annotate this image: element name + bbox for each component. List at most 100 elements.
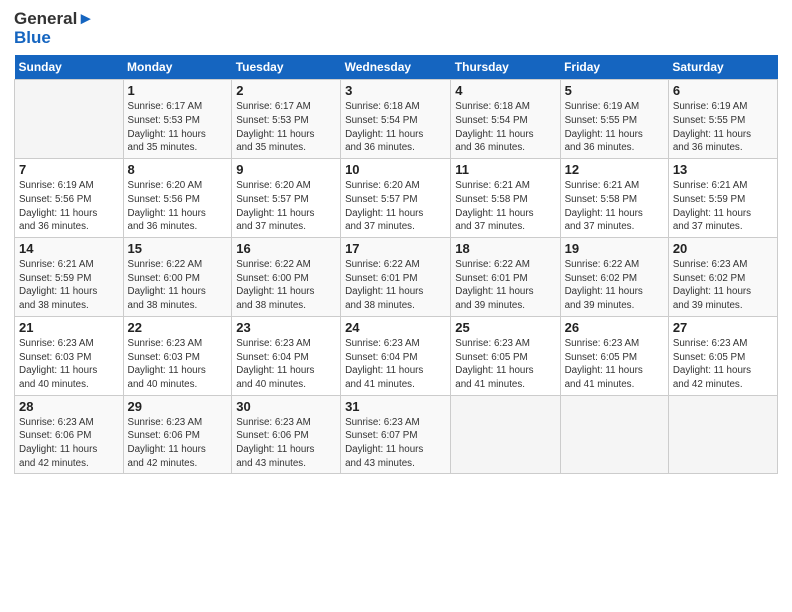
day-info: Sunrise: 6:23 AM Sunset: 6:03 PM Dayligh… (19, 337, 119, 392)
calendar-cell: 13 Sunrise: 6:21 AM Sunset: 5:59 PM Dayli… (668, 159, 777, 238)
day-number: 24 (345, 320, 446, 335)
day-number: 23 (236, 320, 336, 335)
day-number: 16 (236, 241, 336, 256)
day-number: 30 (236, 399, 336, 414)
calendar-cell: 23 Sunrise: 6:23 AM Sunset: 6:04 PM Dayli… (232, 316, 341, 395)
calendar-cell: 12 Sunrise: 6:21 AM Sunset: 5:58 PM Dayli… (560, 159, 668, 238)
calendar-cell: 8Sunrise: 6:20 AM Sunset: 5:56 PM Daylig… (123, 159, 232, 238)
calendar-cell: 3 Sunrise: 6:18 AM Sunset: 5:54 PM Daylig… (341, 80, 451, 159)
day-info: Sunrise: 6:18 AM Sunset: 5:54 PM Dayligh… (455, 100, 555, 155)
calendar-cell: 10Sunrise: 6:20 AM Sunset: 5:57 PM Dayli… (341, 159, 451, 238)
day-number: 21 (19, 320, 119, 335)
calendar-cell (451, 395, 560, 474)
day-of-week-header: Monday (123, 55, 232, 80)
calendar-cell: 26 Sunrise: 6:23 AM Sunset: 6:05 PM Dayli… (560, 316, 668, 395)
day-number: 13 (673, 162, 773, 177)
calendar-cell: 5 Sunrise: 6:19 AM Sunset: 5:55 PM Daylig… (560, 80, 668, 159)
calendar-cell: 21 Sunrise: 6:23 AM Sunset: 6:03 PM Dayli… (15, 316, 124, 395)
calendar-cell: 9 Sunrise: 6:20 AM Sunset: 5:57 PM Daylig… (232, 159, 341, 238)
calendar-cell: 15Sunrise: 6:22 AM Sunset: 6:00 PM Dayli… (123, 238, 232, 317)
header: General► Blue (14, 10, 778, 47)
day-info: Sunrise: 6:23 AM Sunset: 6:05 PM Dayligh… (455, 337, 555, 392)
day-info: Sunrise: 6:22 AM Sunset: 6:02 PM Dayligh… (565, 258, 664, 313)
day-info: Sunrise: 6:21 AM Sunset: 5:58 PM Dayligh… (565, 179, 664, 234)
day-of-week-header: Wednesday (341, 55, 451, 80)
day-number: 27 (673, 320, 773, 335)
day-number: 26 (565, 320, 664, 335)
day-of-week-header: Friday (560, 55, 668, 80)
day-info: Sunrise: 6:20 AM Sunset: 5:56 PM Dayligh… (128, 179, 228, 234)
calendar-cell: 2 Sunrise: 6:17 AM Sunset: 5:53 PM Daylig… (232, 80, 341, 159)
calendar-week-row: 7 Sunrise: 6:19 AM Sunset: 5:56 PM Daylig… (15, 159, 778, 238)
day-number: 12 (565, 162, 664, 177)
day-info: Sunrise: 6:23 AM Sunset: 6:07 PM Dayligh… (345, 416, 446, 471)
day-number: 3 (345, 83, 446, 98)
calendar-week-row: 21 Sunrise: 6:23 AM Sunset: 6:03 PM Dayli… (15, 316, 778, 395)
day-of-week-header: Saturday (668, 55, 777, 80)
calendar-cell: 16 Sunrise: 6:22 AM Sunset: 6:00 PM Dayli… (232, 238, 341, 317)
day-number: 7 (19, 162, 119, 177)
day-number: 11 (455, 162, 555, 177)
day-info: Sunrise: 6:21 AM Sunset: 5:58 PM Dayligh… (455, 179, 555, 234)
calendar-cell: 22 Sunrise: 6:23 AM Sunset: 6:03 PM Dayli… (123, 316, 232, 395)
calendar-cell (15, 80, 124, 159)
day-number: 19 (565, 241, 664, 256)
day-of-week-header: Tuesday (232, 55, 341, 80)
day-info: Sunrise: 6:17 AM Sunset: 5:53 PM Dayligh… (128, 100, 228, 155)
calendar-cell: 4Sunrise: 6:18 AM Sunset: 5:54 PM Daylig… (451, 80, 560, 159)
day-number: 5 (565, 83, 664, 98)
calendar-cell: 19 Sunrise: 6:22 AM Sunset: 6:02 PM Dayli… (560, 238, 668, 317)
header-row: SundayMondayTuesdayWednesdayThursdayFrid… (15, 55, 778, 80)
day-info: Sunrise: 6:23 AM Sunset: 6:06 PM Dayligh… (128, 416, 228, 471)
calendar-cell: 24 Sunrise: 6:23 AM Sunset: 6:04 PM Dayli… (341, 316, 451, 395)
day-number: 25 (455, 320, 555, 335)
day-info: Sunrise: 6:22 AM Sunset: 6:00 PM Dayligh… (236, 258, 336, 313)
day-number: 1 (128, 83, 228, 98)
day-info: Sunrise: 6:23 AM Sunset: 6:04 PM Dayligh… (236, 337, 336, 392)
calendar-week-row: 1 Sunrise: 6:17 AM Sunset: 5:53 PM Daylig… (15, 80, 778, 159)
day-info: Sunrise: 6:17 AM Sunset: 5:53 PM Dayligh… (236, 100, 336, 155)
logo: General► Blue (14, 10, 94, 47)
day-info: Sunrise: 6:22 AM Sunset: 6:01 PM Dayligh… (455, 258, 555, 313)
day-info: Sunrise: 6:23 AM Sunset: 6:02 PM Dayligh… (673, 258, 773, 313)
calendar-cell: 30 Sunrise: 6:23 AM Sunset: 6:06 PM Dayli… (232, 395, 341, 474)
calendar-cell: 27 Sunrise: 6:23 AM Sunset: 6:05 PM Dayli… (668, 316, 777, 395)
calendar-week-row: 14 Sunrise: 6:21 AM Sunset: 5:59 PM Dayli… (15, 238, 778, 317)
day-info: Sunrise: 6:19 AM Sunset: 5:55 PM Dayligh… (565, 100, 664, 155)
day-info: Sunrise: 6:23 AM Sunset: 6:05 PM Dayligh… (673, 337, 773, 392)
day-number: 9 (236, 162, 336, 177)
day-of-week-header: Sunday (15, 55, 124, 80)
day-number: 14 (19, 241, 119, 256)
calendar-cell (668, 395, 777, 474)
day-info: Sunrise: 6:23 AM Sunset: 6:06 PM Dayligh… (236, 416, 336, 471)
logo-text: General► Blue (14, 10, 94, 47)
day-info: Sunrise: 6:23 AM Sunset: 6:06 PM Dayligh… (19, 416, 119, 471)
day-info: Sunrise: 6:23 AM Sunset: 6:03 PM Dayligh… (128, 337, 228, 392)
day-number: 31 (345, 399, 446, 414)
day-info: Sunrise: 6:20 AM Sunset: 5:57 PM Dayligh… (236, 179, 336, 234)
day-info: Sunrise: 6:23 AM Sunset: 6:04 PM Dayligh… (345, 337, 446, 392)
calendar-cell: 17 Sunrise: 6:22 AM Sunset: 6:01 PM Dayli… (341, 238, 451, 317)
calendar-cell: 20 Sunrise: 6:23 AM Sunset: 6:02 PM Dayli… (668, 238, 777, 317)
day-number: 17 (345, 241, 446, 256)
day-info: Sunrise: 6:19 AM Sunset: 5:56 PM Dayligh… (19, 179, 119, 234)
calendar-cell (560, 395, 668, 474)
day-number: 10 (345, 162, 446, 177)
calendar-cell: 18Sunrise: 6:22 AM Sunset: 6:01 PM Dayli… (451, 238, 560, 317)
day-number: 20 (673, 241, 773, 256)
day-number: 2 (236, 83, 336, 98)
calendar-cell: 11 Sunrise: 6:21 AM Sunset: 5:58 PM Dayli… (451, 159, 560, 238)
calendar-cell: 6Sunrise: 6:19 AM Sunset: 5:55 PM Daylig… (668, 80, 777, 159)
day-info: Sunrise: 6:22 AM Sunset: 6:01 PM Dayligh… (345, 258, 446, 313)
day-info: Sunrise: 6:21 AM Sunset: 5:59 PM Dayligh… (673, 179, 773, 234)
calendar-cell: 28 Sunrise: 6:23 AM Sunset: 6:06 PM Dayli… (15, 395, 124, 474)
calendar-cell: 29Sunrise: 6:23 AM Sunset: 6:06 PM Dayli… (123, 395, 232, 474)
day-number: 15 (128, 241, 228, 256)
calendar-cell: 14 Sunrise: 6:21 AM Sunset: 5:59 PM Dayli… (15, 238, 124, 317)
day-info: Sunrise: 6:21 AM Sunset: 5:59 PM Dayligh… (19, 258, 119, 313)
calendar-table: SundayMondayTuesdayWednesdayThursdayFrid… (14, 55, 778, 474)
day-info: Sunrise: 6:18 AM Sunset: 5:54 PM Dayligh… (345, 100, 446, 155)
day-info: Sunrise: 6:23 AM Sunset: 6:05 PM Dayligh… (565, 337, 664, 392)
day-number: 22 (128, 320, 228, 335)
day-number: 28 (19, 399, 119, 414)
